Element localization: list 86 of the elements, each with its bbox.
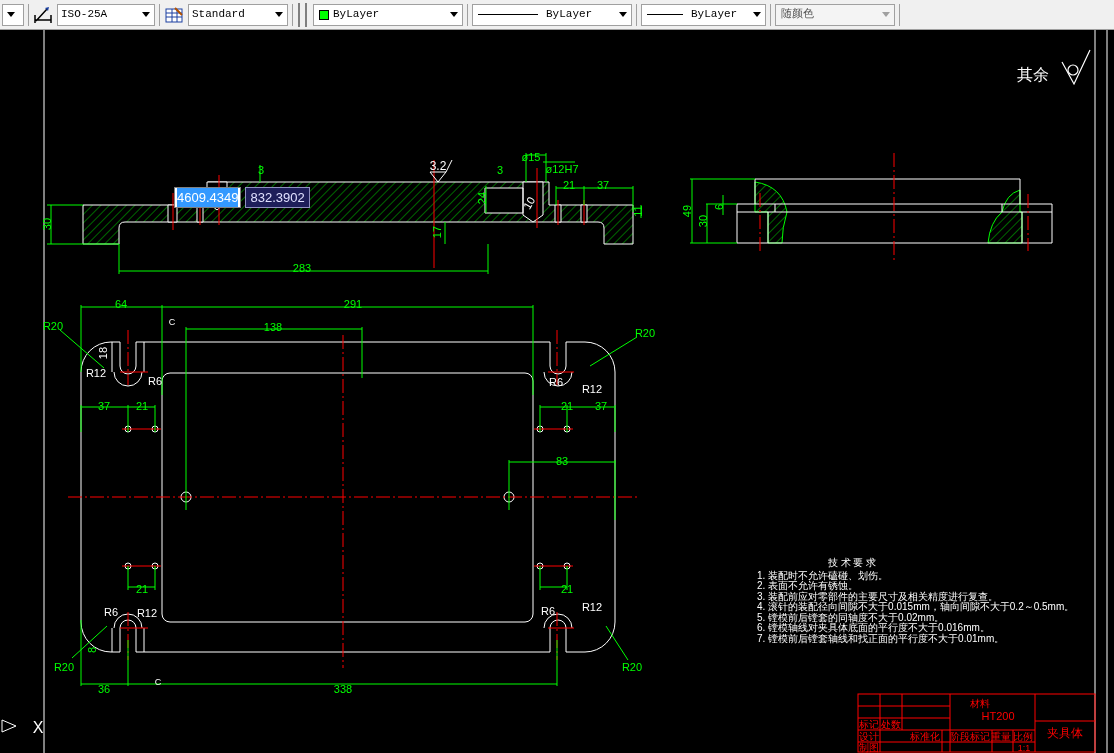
title-block-label: 处数	[881, 718, 901, 730]
requirement-text: 4. 滚针的装配径向间隙不大于0.015mm，轴向间隙不大于0.2～0.5mm。	[757, 601, 1075, 612]
dimension-text: 6	[713, 203, 725, 211]
dimension-text: 37	[97, 400, 111, 412]
dimension-text: 8	[86, 646, 98, 654]
dimension-text: R20	[53, 661, 75, 673]
dimension-text: R12	[581, 383, 603, 395]
dimension-text: 24	[476, 191, 488, 205]
caret-icon	[450, 12, 458, 17]
dimension-text: 338	[333, 683, 353, 695]
requirement-text: 6. 镗模轴线对夹具体底面的平行度不大于0.016mm。	[757, 622, 990, 633]
dimension-text: 17	[431, 225, 443, 239]
dimension-text: ø15	[521, 151, 541, 163]
material-value: HT200	[981, 710, 1015, 722]
dimension-text: 64	[114, 298, 128, 310]
title-block-label: 重量	[991, 730, 1011, 742]
caret-icon	[142, 12, 150, 17]
style-dropdown[interactable]: Standard	[188, 3, 288, 26]
dimension-text: R20	[621, 661, 643, 673]
caret-icon	[619, 12, 627, 17]
title-block-label: 设计	[859, 730, 879, 742]
title-block-label: 阶段标记	[950, 730, 990, 742]
material-label: 材料	[970, 697, 990, 709]
dimension-text: 138	[263, 321, 283, 333]
caret-icon	[7, 12, 15, 17]
style-dropdown[interactable]: ISO-25A	[57, 3, 155, 26]
dimension-text: R12	[85, 367, 107, 379]
requirement-text: 7. 镗模前后镗套轴线和找正面的平行度不大于0.01mm。	[757, 632, 1005, 644]
dimension-text: 21	[562, 179, 576, 191]
part-name: 夹具体	[1047, 726, 1083, 740]
dimension-text: 21	[560, 583, 574, 595]
dimension-text: R6	[103, 606, 119, 618]
dimension-text: R20	[634, 327, 656, 339]
dimension-text: 37	[594, 400, 608, 412]
title-block-label: 制图	[859, 741, 879, 753]
chamfer-mark: C	[168, 317, 176, 327]
title-block-label: 比例	[1013, 730, 1033, 742]
dimension-text: R6	[548, 376, 564, 388]
dimension-text: 3	[257, 164, 265, 176]
dimension-text: 21	[135, 400, 149, 412]
dimension-text: R6	[540, 605, 556, 617]
property-dropdown[interactable]: ByLayer	[313, 3, 463, 26]
line-sample-icon	[478, 13, 538, 16]
scale-value: 1:1	[1017, 743, 1031, 753]
dimension-style-icon[interactable]	[33, 5, 53, 24]
chamfer-mark: C	[154, 677, 162, 687]
dimension-text: 21	[560, 400, 574, 412]
surface-note: 其余	[1017, 65, 1049, 83]
surface-roughness-icon	[1061, 49, 1091, 86]
requirements-title: 技 术 要 求	[827, 556, 877, 568]
requirement-text: 3. 装配前应对零部件的主要尺寸及相关精度进行复查。	[757, 590, 999, 602]
line-sample-icon	[647, 13, 683, 16]
axis-label: X	[32, 718, 44, 736]
dimension-text: 283	[292, 262, 312, 274]
dimension-text: R20	[42, 320, 64, 332]
dimension-text: 30	[41, 217, 53, 231]
dimension-text: 10	[520, 194, 538, 212]
property-dropdown[interactable]: ByLayer	[641, 3, 766, 26]
dimension-text: R12	[581, 601, 603, 613]
dimension-text: R12	[136, 607, 158, 619]
roughness-value: 3.2	[429, 159, 447, 173]
property-dropdown[interactable]: ByLayer	[472, 3, 632, 26]
dropdown[interactable]	[2, 3, 24, 26]
dimension-text: 291	[343, 298, 363, 310]
ucs-icon	[1, 719, 17, 733]
caret-icon	[882, 12, 890, 17]
dimension-text: 37	[596, 179, 610, 191]
dimension-text: 3	[496, 164, 504, 176]
dimension-text: ø12H7	[545, 163, 579, 175]
caret-icon	[275, 12, 283, 17]
dimension-text: 11	[632, 205, 644, 217]
requirement-text: 2. 表面不允许有锈蚀。	[757, 580, 859, 591]
dimension-text: R6	[147, 375, 163, 387]
table-style-icon[interactable]	[164, 5, 184, 24]
dimension-text: 36	[97, 683, 111, 695]
dimension-text: 30	[697, 214, 709, 228]
requirement-text: 5. 镗模前后镗套的同轴度不大于0.02mm。	[757, 611, 945, 623]
dimension-text: 49	[681, 204, 693, 218]
dimension-text: 18	[97, 346, 109, 360]
caret-icon	[753, 12, 761, 17]
dimension-text: 21	[135, 583, 149, 595]
title-block-label: 标记	[859, 718, 879, 730]
requirement-text: 1. 装配时不允许磕碰、划伤。	[757, 569, 889, 581]
coordinate-field[interactable]: 832.3902	[245, 187, 310, 208]
dimension-text: 83	[555, 455, 569, 467]
title-block-label: 标准化	[910, 730, 940, 742]
